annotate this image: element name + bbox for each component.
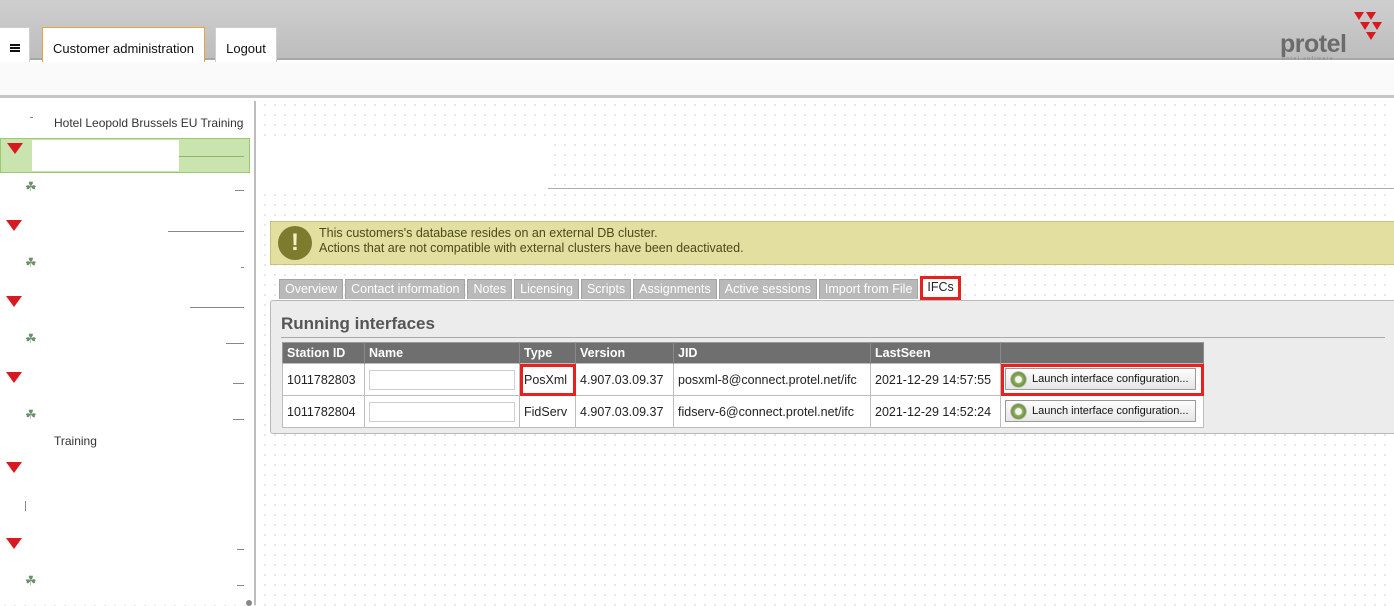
logo-text: protel <box>1280 30 1347 58</box>
redacted-label <box>32 140 179 171</box>
column-header-version[interactable]: Version <box>575 342 674 364</box>
leaf-node-icon: ☘ <box>25 407 37 422</box>
cell-action: Launch interface configuration... <box>1000 395 1204 428</box>
tree-scrollbar-thumb[interactable] <box>246 600 252 606</box>
tab-ifcs[interactable]: IFCs <box>920 276 961 300</box>
cell-last-seen: 2021-12-29 14:57:55 <box>870 363 1001 396</box>
column-header-type[interactable]: Type <box>519 342 576 364</box>
gear-icon <box>1010 370 1027 388</box>
expand-triangle-icon[interactable] <box>7 143 23 154</box>
cell-version: 4.907.03.09.37 <box>575 363 674 396</box>
tree-connector <box>233 419 244 420</box>
running-interfaces-panel: Running interfaces Station ID Name Type … <box>270 300 1394 434</box>
column-header-name[interactable]: Name <box>364 342 520 364</box>
warning-line-2: Actions that are not compatible with ext… <box>319 241 744 255</box>
cell-station-id: 1011782804 <box>282 395 365 428</box>
tab-scripts[interactable]: Scripts <box>580 279 632 299</box>
tab-notes[interactable]: Notes <box>467 279 513 299</box>
tree-connector <box>179 156 244 157</box>
toolbar-strip <box>0 62 1394 98</box>
gear-icon <box>1010 402 1027 420</box>
expand-triangle-icon[interactable] <box>6 296 22 307</box>
interfaces-table: Station ID Name Type Version JID LastSee… <box>282 342 1204 428</box>
cell-name <box>364 363 520 396</box>
cell-action: Launch interface configuration... <box>1000 363 1204 396</box>
top-header: Customer administration Logout protel ho… <box>0 0 1394 69</box>
tab-contact-information[interactable]: Contact information <box>345 279 466 299</box>
launch-interface-configuration-button[interactable]: Launch interface configuration... <box>1005 400 1196 423</box>
hamburger-icon <box>9 47 20 49</box>
launch-interface-configuration-button[interactable]: Launch interface configuration... <box>1005 368 1196 391</box>
tree-item-selected[interactable] <box>0 138 250 173</box>
tree-connector <box>168 231 244 232</box>
tab-licensing[interactable]: Licensing <box>514 279 579 299</box>
expand-triangle-icon[interactable] <box>6 538 22 549</box>
column-header-actions <box>1000 342 1204 364</box>
column-header-station-id[interactable]: Station ID <box>282 342 365 364</box>
tree-connector <box>226 343 244 344</box>
cell-type: PosXml <box>519 363 576 396</box>
table-header-row: Station ID Name Type Version JID LastSee… <box>282 342 1204 364</box>
tree-connector <box>233 383 244 384</box>
panel-title-rule <box>281 337 1385 338</box>
cell-jid: fidserv-6@connect.protel.net/ifc <box>673 395 871 428</box>
leaf-node-icon: ☘ <box>25 331 37 346</box>
table-row: 1011782803 PosXml 4.907.03.09.37 posxml-… <box>282 363 1204 396</box>
redacted-name <box>369 401 515 422</box>
panel-title: Running interfaces <box>281 314 435 333</box>
customer-title-rule <box>548 188 1394 189</box>
tree-connector <box>237 549 244 550</box>
tree-connector <box>241 267 244 268</box>
protel-logo: protel hotel software <box>1276 8 1386 62</box>
tree-connector <box>237 585 244 586</box>
tree-connector <box>190 307 244 308</box>
tree-item-hotel-leopold[interactable]: Hotel Leopold Brussels EU Training <box>54 116 243 130</box>
cell-jid: posxml-8@connect.protel.net/ifc <box>673 363 871 396</box>
cell-last-seen: 2021-12-29 14:52:24 <box>870 395 1001 428</box>
tab-overview[interactable]: Overview <box>279 279 344 299</box>
table-row: 1011782804 FidServ 4.907.03.09.37 fidser… <box>282 395 1204 428</box>
leaf-node-icon: ☘ <box>25 573 37 588</box>
tab-active-sessions[interactable]: Active sessions <box>718 279 817 299</box>
exclamation-icon: ! <box>278 226 312 260</box>
cell-name <box>364 395 520 428</box>
tab-assignments[interactable]: Assignments <box>633 279 717 299</box>
logo-triangles-icon <box>1354 12 1382 40</box>
warning-line-1: This customers's database resides on an … <box>319 226 658 240</box>
customer-administration-label: Customer administration <box>53 40 194 56</box>
tree-item-training[interactable]: Training <box>54 434 97 448</box>
leaf-node-icon: ☘ <box>25 255 37 270</box>
expand-triangle-icon[interactable] <box>6 462 22 473</box>
cell-station-id: 1011782803 <box>282 363 365 396</box>
redacted-header <box>262 140 548 190</box>
cell-type: FidServ <box>519 395 576 428</box>
cell-version: 4.907.03.09.37 <box>575 395 674 428</box>
redacted-name <box>369 369 515 390</box>
logout-label: Logout <box>226 40 266 56</box>
expand-triangle-icon[interactable] <box>6 372 22 383</box>
warning-text: This customers's database resides on an … <box>319 226 744 256</box>
expand-triangle-icon[interactable] <box>6 220 22 231</box>
launch-button-label: Launch interface configuration... <box>1032 373 1189 386</box>
tree-connector <box>235 190 244 191</box>
tree-connector <box>25 501 26 511</box>
launch-button-label: Launch interface configuration... <box>1032 405 1189 418</box>
tree-connector <box>30 117 33 118</box>
tab-import-from-file[interactable]: Import from File <box>818 279 919 299</box>
column-header-lastseen[interactable]: LastSeen <box>870 342 1001 364</box>
customer-tabs: Overview Contact information Notes Licen… <box>279 276 963 300</box>
customer-tree: Hotel Leopold Brussels EU Training ☘ ☘ ☘… <box>0 101 256 605</box>
column-header-jid[interactable]: JID <box>673 342 871 364</box>
external-db-warning: ! This customers's database resides on a… <box>270 221 1394 265</box>
leaf-node-icon: ☘ <box>25 179 37 194</box>
